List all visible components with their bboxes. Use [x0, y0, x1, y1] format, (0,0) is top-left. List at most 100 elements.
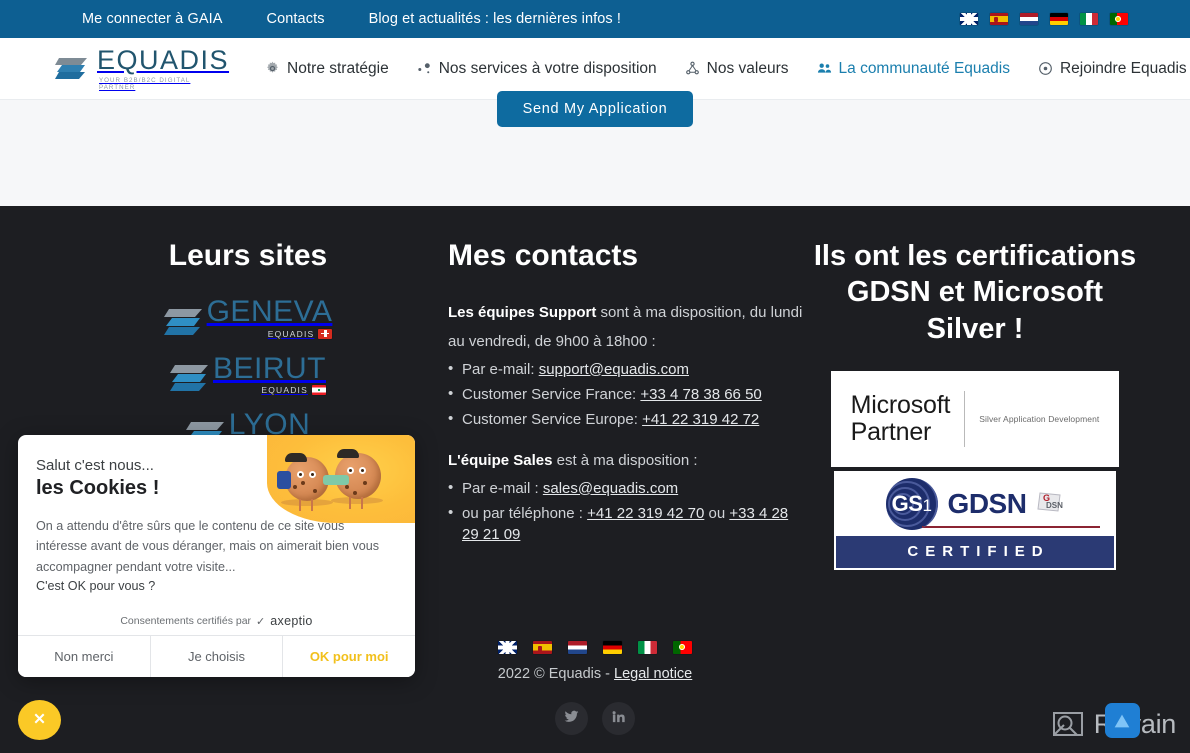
- nav-item-valeurs[interactable]: Nos valeurs: [671, 60, 803, 78]
- support-phone-france-link[interactable]: +33 4 78 38 66 50: [640, 386, 761, 403]
- microsoft-competency-note: Silver Application Development: [979, 413, 1100, 424]
- gs1-badge-top: GS1 GDSN G DSN: [836, 472, 1114, 536]
- cookie-certified-prefix: Consentements certifiés par: [120, 615, 252, 627]
- cookie-title: les Cookies !: [36, 477, 160, 499]
- flag-de-icon[interactable]: [1050, 13, 1068, 25]
- flag-it-icon[interactable]: [638, 641, 657, 654]
- gdsn-cube-icon: G DSN: [1036, 491, 1064, 517]
- gs1-certified-label: CERTIFIED: [836, 535, 1114, 568]
- flag-pt-icon[interactable]: [673, 641, 692, 654]
- cookie-certified-row: Consentements certifiés par ✓ axeptio: [18, 607, 415, 635]
- svg-text:DSN: DSN: [1046, 501, 1063, 510]
- topbar-link-blog[interactable]: Blog et actualités : les dernières infos…: [347, 11, 643, 27]
- list-item: Customer Service Europe: +41 22 319 42 7…: [448, 408, 808, 430]
- linkedin-link[interactable]: [602, 702, 635, 735]
- cookie-body: Salut c'est nous... les Cookies ! On a a…: [18, 435, 415, 593]
- flag-it-icon[interactable]: [1080, 13, 1098, 25]
- gdsn-word: GDSN: [947, 488, 1027, 520]
- flag-en-icon[interactable]: [498, 641, 517, 654]
- support-email-link[interactable]: support@equadis.com: [539, 361, 689, 378]
- gs1-mark-text: GS1: [891, 491, 932, 517]
- flag-es-icon[interactable]: [533, 641, 552, 654]
- cookie-question: C'est OK pour vous ?: [36, 579, 156, 594]
- flag-nl-icon[interactable]: [1020, 13, 1038, 25]
- site-name-wrap: BEIRUT EQUADIS: [212, 351, 326, 395]
- nav-item-label: Rejoindre Equadis: [1059, 59, 1187, 77]
- sales-lead-bold: L'équipe Sales: [448, 452, 553, 470]
- sales-phone-link-1[interactable]: +41 22 319 42 70: [587, 505, 704, 522]
- brand-text: EQUADIS YOUR B2B/B2C DIGITAL PARTNER: [97, 44, 230, 91]
- equadis-mark-icon: [169, 361, 210, 395]
- send-my-application-button[interactable]: Send My Application: [497, 91, 693, 127]
- language-switcher: [960, 13, 1128, 25]
- site-name-wrap: GENEVA EQUADIS: [207, 297, 333, 339]
- cookie-accept-button[interactable]: OK pour moi: [282, 636, 415, 677]
- nav-item-services[interactable]: Nos services à votre disposition: [403, 60, 671, 78]
- support-phone-europe-link[interactable]: +41 22 319 42 72: [642, 411, 759, 428]
- nav-item-label: Nos services à votre disposition: [438, 59, 657, 77]
- contacts-title: Mes contacts: [448, 239, 639, 272]
- share-icon: [685, 61, 700, 76]
- nav-items: Notre stratégie Nos services à votre dis…: [251, 60, 1190, 78]
- microsoft-line2: Partner: [850, 417, 932, 446]
- site-logo-geneva[interactable]: GENEVA EQUADIS: [163, 297, 333, 339]
- brand-tagline: YOUR B2B/B2C DIGITAL PARTNER: [99, 76, 191, 91]
- site-sub-text: EQUADIS: [261, 385, 308, 395]
- support-item-label: Par e-mail:: [462, 360, 539, 378]
- sales-item-mid: ou: [704, 504, 730, 522]
- cookie-decline-button[interactable]: Non merci: [18, 636, 150, 677]
- nav-item-strategie[interactable]: Notre stratégie: [251, 60, 403, 78]
- site-sub-text: EQUADIS: [267, 328, 315, 339]
- support-lead: Les équipes Support sont à ma dispositio…: [448, 298, 808, 357]
- support-item-label: Customer Service France:: [462, 385, 641, 403]
- cookie-greeting: Salut c'est nous...: [36, 457, 154, 474]
- close-icon: [32, 711, 47, 729]
- social-links: [0, 702, 1190, 735]
- nav-item-label: La communauté Equadis: [838, 59, 1010, 77]
- check-icon: ✓: [256, 615, 266, 628]
- gear-icon: [265, 61, 280, 76]
- site-name: BEIRUT: [212, 351, 326, 385]
- site-logo-beirut[interactable]: BEIRUT EQUADIS: [169, 351, 326, 395]
- site-sub: EQUADIS: [207, 328, 333, 339]
- support-item-label: Customer Service Europe:: [462, 411, 643, 429]
- sales-lead: L'équipe Sales est à ma disposition :: [448, 446, 808, 475]
- list-item: Customer Service France: +33 4 78 38 66 …: [448, 383, 808, 405]
- flag-nl-icon[interactable]: [568, 641, 587, 654]
- brand-logo[interactable]: EQUADIS YOUR B2B/B2C DIGITAL PARTNER: [0, 44, 230, 91]
- nav-item-rejoindre[interactable]: Rejoindre Equadis: [1024, 60, 1190, 78]
- certifications-title: Ils ont les certifications GDSN et Micro…: [813, 240, 1137, 345]
- sites-title: Leurs sites: [168, 239, 328, 272]
- topbar-link-contacts[interactable]: Contacts: [245, 11, 347, 27]
- support-lead-bold: Les équipes Support: [448, 304, 597, 321]
- target-icon: [1038, 61, 1053, 76]
- sales-item-label: ou par téléphone :: [462, 504, 588, 522]
- page-root: Me connecter à GAIA Contacts Blog et act…: [0, 0, 1190, 753]
- twitter-icon: [564, 709, 579, 729]
- footer-column-contacts: Mes contacts Les équipes Support sont à …: [448, 238, 808, 570]
- sales-email-link[interactable]: sales@equadis.com: [543, 480, 678, 497]
- microsoft-partner-badge: Microsoft Partner Silver Application Dev…: [831, 370, 1119, 467]
- gs1-logo-icon: GS1: [885, 478, 938, 531]
- list-item: Par e-mail : sales@equadis.com: [448, 477, 808, 499]
- linkedin-icon: [611, 709, 626, 729]
- divider: [964, 390, 966, 447]
- legal-notice-link[interactable]: Legal notice: [614, 666, 692, 682]
- nodes-icon: [417, 61, 432, 76]
- support-contact-list: Par e-mail: support@equadis.com Customer…: [448, 357, 808, 431]
- flag-de-icon[interactable]: [603, 641, 622, 654]
- microsoft-partner-text: Microsoft Partner: [850, 391, 951, 446]
- list-item: Par e-mail: support@equadis.com: [448, 357, 808, 380]
- flag-es-icon[interactable]: [990, 13, 1008, 25]
- site-logo-list: GENEVA EQUADIS BEIRUT EQUADIS LYON: [48, 297, 448, 452]
- close-widget-button[interactable]: [18, 700, 61, 740]
- topbar-link-gaia[interactable]: Me connecter à GAIA: [60, 11, 245, 27]
- nav-item-communaute[interactable]: La communauté Equadis: [803, 60, 1024, 78]
- brand-name: EQUADIS: [97, 44, 230, 75]
- twitter-link[interactable]: [555, 702, 588, 735]
- flag-lb-icon: [312, 385, 326, 395]
- flag-pt-icon[interactable]: [1110, 13, 1128, 25]
- flag-en-icon[interactable]: [960, 13, 978, 25]
- flag-ch-icon: [318, 328, 333, 339]
- cookie-choose-button[interactable]: Je choisis: [149, 636, 283, 677]
